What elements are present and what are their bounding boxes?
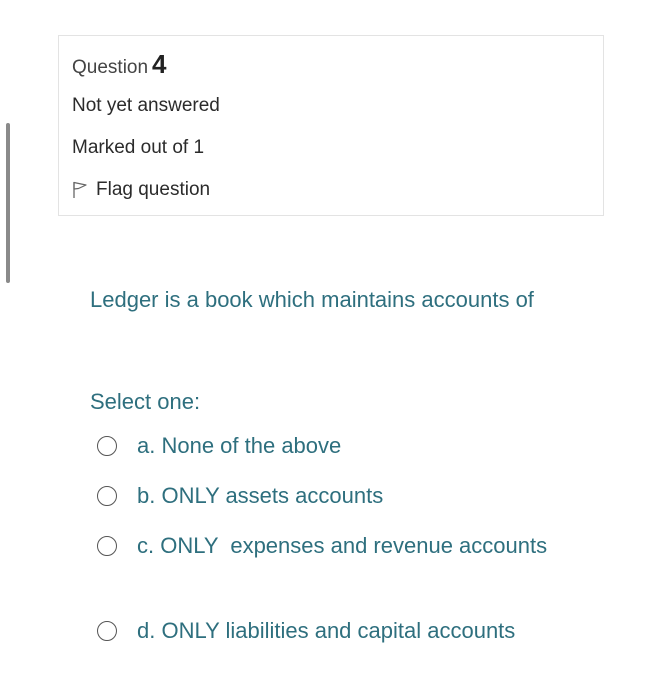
question-state: Not yet answered — [72, 95, 220, 116]
answer-option-d[interactable]: d. ONLY liabilities and capital accounts — [97, 617, 577, 648]
flag-icon[interactable] — [72, 181, 88, 199]
answer-option-b[interactable]: b. ONLY assets accounts — [97, 482, 577, 513]
answer-option-label[interactable]: d. ONLY liabilities and capital accounts — [64, 613, 577, 648]
question-header: Question 4 — [72, 49, 167, 80]
answer-option-label[interactable]: c. ONLY expenses and revenue accounts — [64, 528, 577, 563]
answer-option-c[interactable]: c. ONLY expenses and revenue accounts — [97, 532, 577, 563]
scrollbar[interactable] — [6, 123, 10, 283]
question-number: 4 — [152, 49, 167, 79]
flag-question-label[interactable]: Flag question — [96, 179, 210, 201]
question-grade: Marked out of 1 — [72, 137, 205, 158]
question-text: Ledger is a book which maintains account… — [90, 287, 534, 312]
answer-option-a[interactable]: a. None of the above — [97, 432, 577, 463]
select-prompt: Select one: — [90, 389, 201, 414]
flag-question-link[interactable]: Flag question — [72, 179, 210, 201]
question-label: Question — [72, 57, 149, 78]
answer-option-label[interactable]: b. ONLY assets accounts — [64, 478, 577, 513]
answer-option-label[interactable]: a. None of the above — [64, 428, 577, 463]
question-info-panel: Question 4 Not yet answered Marked out of… — [58, 35, 604, 216]
